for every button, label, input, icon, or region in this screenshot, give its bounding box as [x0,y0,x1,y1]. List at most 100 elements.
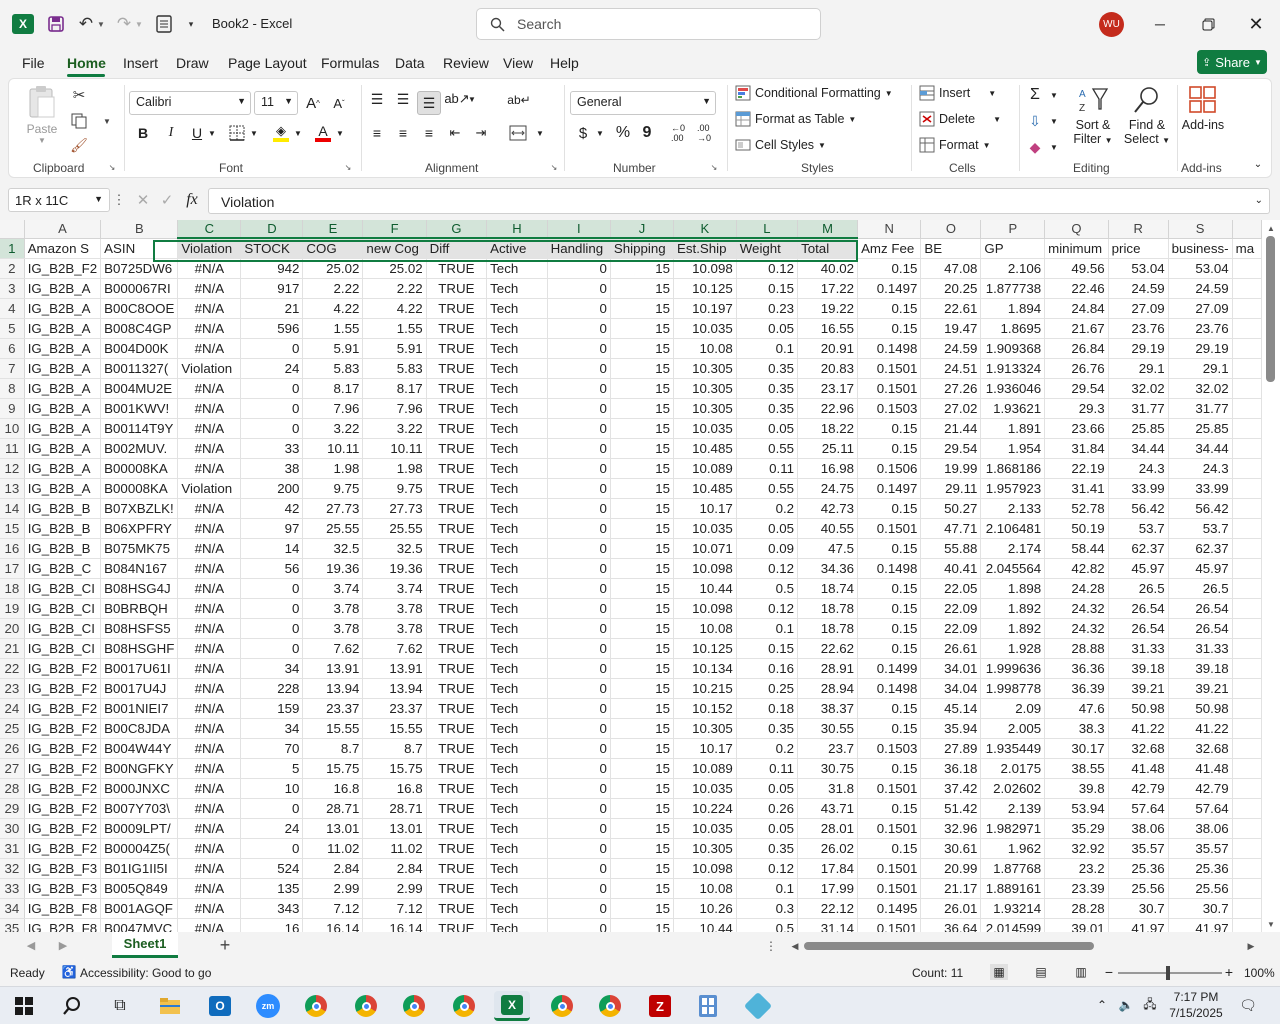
cell[interactable]: #N/A [177,858,242,879]
cell[interactable]: 0.15 [857,538,922,559]
cell[interactable]: #N/A [177,578,242,599]
cell[interactable]: 30.61 [920,838,982,859]
cell[interactable]: Tech [486,898,548,919]
cell[interactable]: IG_B2B_B [24,518,102,539]
cell[interactable]: 1.954 [980,438,1046,459]
cell[interactable]: 0.12 [736,858,799,879]
cell[interactable]: 0 [547,858,611,879]
cell[interactable]: IG_B2B_F3 [24,858,102,879]
cell[interactable] [1232,658,1262,679]
cell[interactable]: 42.79 [1168,778,1233,799]
cell[interactable]: 19.36 [362,558,427,579]
cell[interactable]: Violation [177,478,242,499]
cell[interactable]: 15 [610,338,675,359]
cell[interactable]: 23.39 [1044,878,1109,899]
cell[interactable]: 0 [547,258,611,279]
cell[interactable]: 32.02 [1168,378,1233,399]
cell[interactable]: 24.59 [920,338,982,359]
cell[interactable]: 32.68 [1168,738,1233,759]
cell[interactable]: 15 [610,478,675,499]
column-header[interactable]: N [857,220,922,239]
cell[interactable]: 0.1503 [857,738,922,759]
column-header[interactable]: H [486,220,548,239]
cell[interactable]: 23.66 [1044,418,1109,439]
cell[interactable]: 10.098 [673,598,737,619]
cell[interactable]: IG_B2B_A [24,418,102,439]
cell[interactable]: 0.05 [736,518,799,539]
row-header[interactable]: 14 [0,498,25,519]
undo-icon[interactable]: ↶ [76,14,96,34]
cell[interactable] [1232,678,1262,699]
column-header[interactable]: P [980,220,1046,239]
cell[interactable]: 13.91 [362,658,427,679]
fill-color-dropdown-icon[interactable]: ▼ [293,127,303,139]
cell[interactable]: 15 [610,258,675,279]
cell[interactable]: 1.877738 [980,278,1046,299]
cell[interactable]: 22.05 [920,578,982,599]
cell[interactable]: 0 [547,438,611,459]
cell[interactable]: 10.11 [302,438,364,459]
redo-dropdown-icon[interactable]: ▼ [134,16,144,32]
cell[interactable]: 135 [240,878,304,899]
sort-filter-button[interactable]: AZ Sort & Filter ▼ [1071,85,1115,155]
cell[interactable]: 0.1501 [857,518,922,539]
cell[interactable]: IG_B2B_A [24,378,102,399]
cell[interactable]: 0 [547,358,611,379]
tab-draw[interactable]: Draw [176,55,209,71]
cell[interactable]: 29.19 [1168,338,1233,359]
cell[interactable]: 0 [547,698,611,719]
cell[interactable]: Tech [486,578,548,599]
cell[interactable]: 1.936046 [980,378,1046,399]
cell[interactable]: 15 [610,538,675,559]
cell[interactable]: 37.42 [920,778,982,799]
cell[interactable]: 0 [547,298,611,319]
cell[interactable]: IG_B2B_A [24,338,102,359]
cell[interactable]: 27.02 [920,398,982,419]
notification-icon[interactable]: 🗨 [1238,995,1258,1015]
cell[interactable]: 8.7 [302,738,364,759]
cell[interactable]: BE [920,238,982,259]
cell[interactable]: TRUE [426,638,488,659]
cell[interactable]: 0.15 [857,618,922,639]
cell[interactable]: Tech [486,918,548,932]
cell-styles-button[interactable]: Cell Styles ▼ [735,137,826,153]
cell[interactable]: IG_B2B_F2 [24,738,102,759]
cell[interactable]: IG_B2B_F2 [24,258,102,279]
cell[interactable]: 0.15 [857,298,922,319]
cell[interactable]: IG_B2B_B [24,538,102,559]
cell[interactable]: 2.99 [302,878,364,899]
cell[interactable]: IG_B2B_F2 [24,718,102,739]
cell[interactable]: 24.75 [797,478,859,499]
column-header[interactable]: F [362,220,427,239]
expand-formula-icon[interactable]: ⌄ [1255,195,1263,206]
row-header[interactable]: 25 [0,718,25,739]
cell[interactable]: 0.15 [736,638,799,659]
cell[interactable]: TRUE [426,298,488,319]
cell[interactable]: 0 [547,738,611,759]
sheet-tab-sheet1[interactable]: Sheet1 [112,932,178,958]
cell[interactable]: 1.55 [302,318,364,339]
calculator-icon[interactable] [690,991,726,1021]
column-header[interactable]: E [302,220,364,239]
cell[interactable]: 23.37 [362,698,427,719]
tab-review[interactable]: Review [443,55,489,71]
cell[interactable]: 1.982971 [980,818,1046,839]
clear-icon[interactable]: ◆ [1025,137,1045,157]
cell[interactable]: B084N167 [100,558,179,579]
cell[interactable]: 38 [240,458,304,479]
cell[interactable]: IG_B2B_A [24,278,102,299]
cell[interactable]: 0 [547,578,611,599]
cell[interactable]: TRUE [426,698,488,719]
cell[interactable]: 0 [547,878,611,899]
cell[interactable]: 7.96 [302,398,364,419]
cell[interactable]: 41.97 [1168,918,1233,932]
cell[interactable]: 22.19 [1044,458,1109,479]
row-header[interactable]: 31 [0,838,25,859]
cell[interactable]: 15.55 [362,718,427,739]
cell[interactable]: 25.36 [1108,858,1169,879]
zoom-in-icon[interactable]: + [1222,964,1236,980]
cell[interactable]: #N/A [177,298,242,319]
cell[interactable]: 24 [240,818,304,839]
cell[interactable] [1232,518,1262,539]
cell[interactable]: 0 [547,598,611,619]
